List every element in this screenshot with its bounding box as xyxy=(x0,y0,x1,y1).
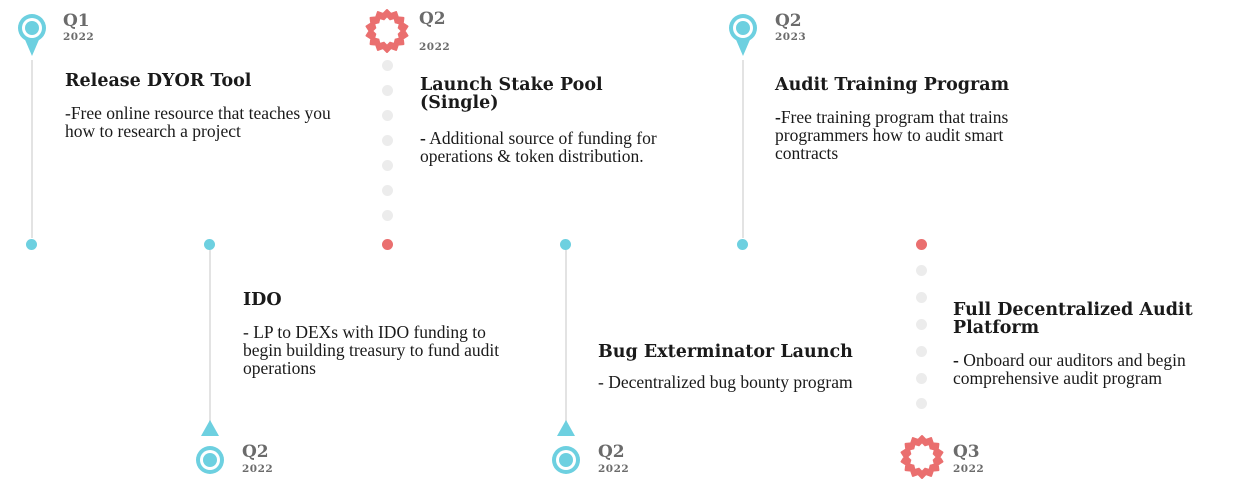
milestone-title: Full Decentralized Audit Platform xyxy=(953,300,1193,338)
dotted-connector xyxy=(382,110,393,121)
timeline-dot xyxy=(737,239,748,250)
year-label: 2022 xyxy=(63,31,95,43)
milestone-description: -Free online resource that teaches you h… xyxy=(65,103,331,141)
milestone-title: Bug Exterminator Launch xyxy=(598,342,853,362)
connector-line xyxy=(209,250,211,430)
dotted-connector xyxy=(916,346,927,357)
description-text: Onboard our auditors and begin comprehen… xyxy=(953,350,1186,388)
year-label: 2022 xyxy=(419,41,451,53)
pin-icon xyxy=(552,420,580,474)
quarter-label: Q2 xyxy=(775,11,802,31)
dotted-connector xyxy=(916,292,927,303)
dotted-connector xyxy=(382,210,393,221)
milestone-description: - Decentralized bug bounty program xyxy=(598,372,853,392)
timeline-dot xyxy=(560,239,571,250)
pin-icon xyxy=(196,420,224,474)
badge-icon xyxy=(365,9,409,53)
dotted-connector xyxy=(382,60,393,71)
milestone-title: Audit Training Program xyxy=(775,75,1010,95)
description-text: Additional source of funding for operati… xyxy=(420,128,657,166)
quarter-label: Q3 xyxy=(953,442,980,462)
quarter-label: Q2 xyxy=(598,442,625,462)
year-label: 2022 xyxy=(242,463,274,475)
timeline-dot xyxy=(382,239,393,250)
milestone-description: - Additional source of funding for opera… xyxy=(420,129,690,165)
quarter-label: Q2 xyxy=(242,442,269,462)
dotted-connector xyxy=(916,319,927,330)
milestone-title: IDO xyxy=(243,290,282,310)
timeline-dot xyxy=(26,239,37,250)
milestone-title: Launch Stake Pool (Single) xyxy=(420,75,603,113)
milestone-description: - Onboard our auditors and begin compreh… xyxy=(953,351,1228,387)
dotted-connector xyxy=(382,85,393,96)
connector-line xyxy=(565,250,567,430)
year-label: 2022 xyxy=(953,463,985,475)
timeline-dot xyxy=(916,239,927,250)
year-label: 2023 xyxy=(775,31,807,43)
milestone-title: Release DYOR Tool xyxy=(65,71,252,91)
connector-line xyxy=(31,60,33,238)
dotted-connector xyxy=(916,373,927,384)
dotted-connector xyxy=(382,160,393,171)
quarter-label: Q1 xyxy=(63,11,90,31)
year-label: 2022 xyxy=(598,463,630,475)
badge-icon xyxy=(900,435,944,479)
dotted-connector xyxy=(382,135,393,146)
pin-icon xyxy=(729,14,757,56)
dotted-connector xyxy=(916,398,927,409)
dotted-connector xyxy=(916,265,927,276)
timeline-dot xyxy=(204,239,215,250)
milestone-description: -Free training program that trains progr… xyxy=(775,108,1045,162)
quarter-label: Q2 xyxy=(419,9,446,29)
milestone-description: - LP to DEXs with IDO funding to begin b… xyxy=(243,322,500,378)
pin-icon xyxy=(18,14,46,56)
description-text: Free training program that trains progra… xyxy=(775,107,1009,163)
connector-line xyxy=(742,60,744,238)
dotted-connector xyxy=(382,185,393,196)
